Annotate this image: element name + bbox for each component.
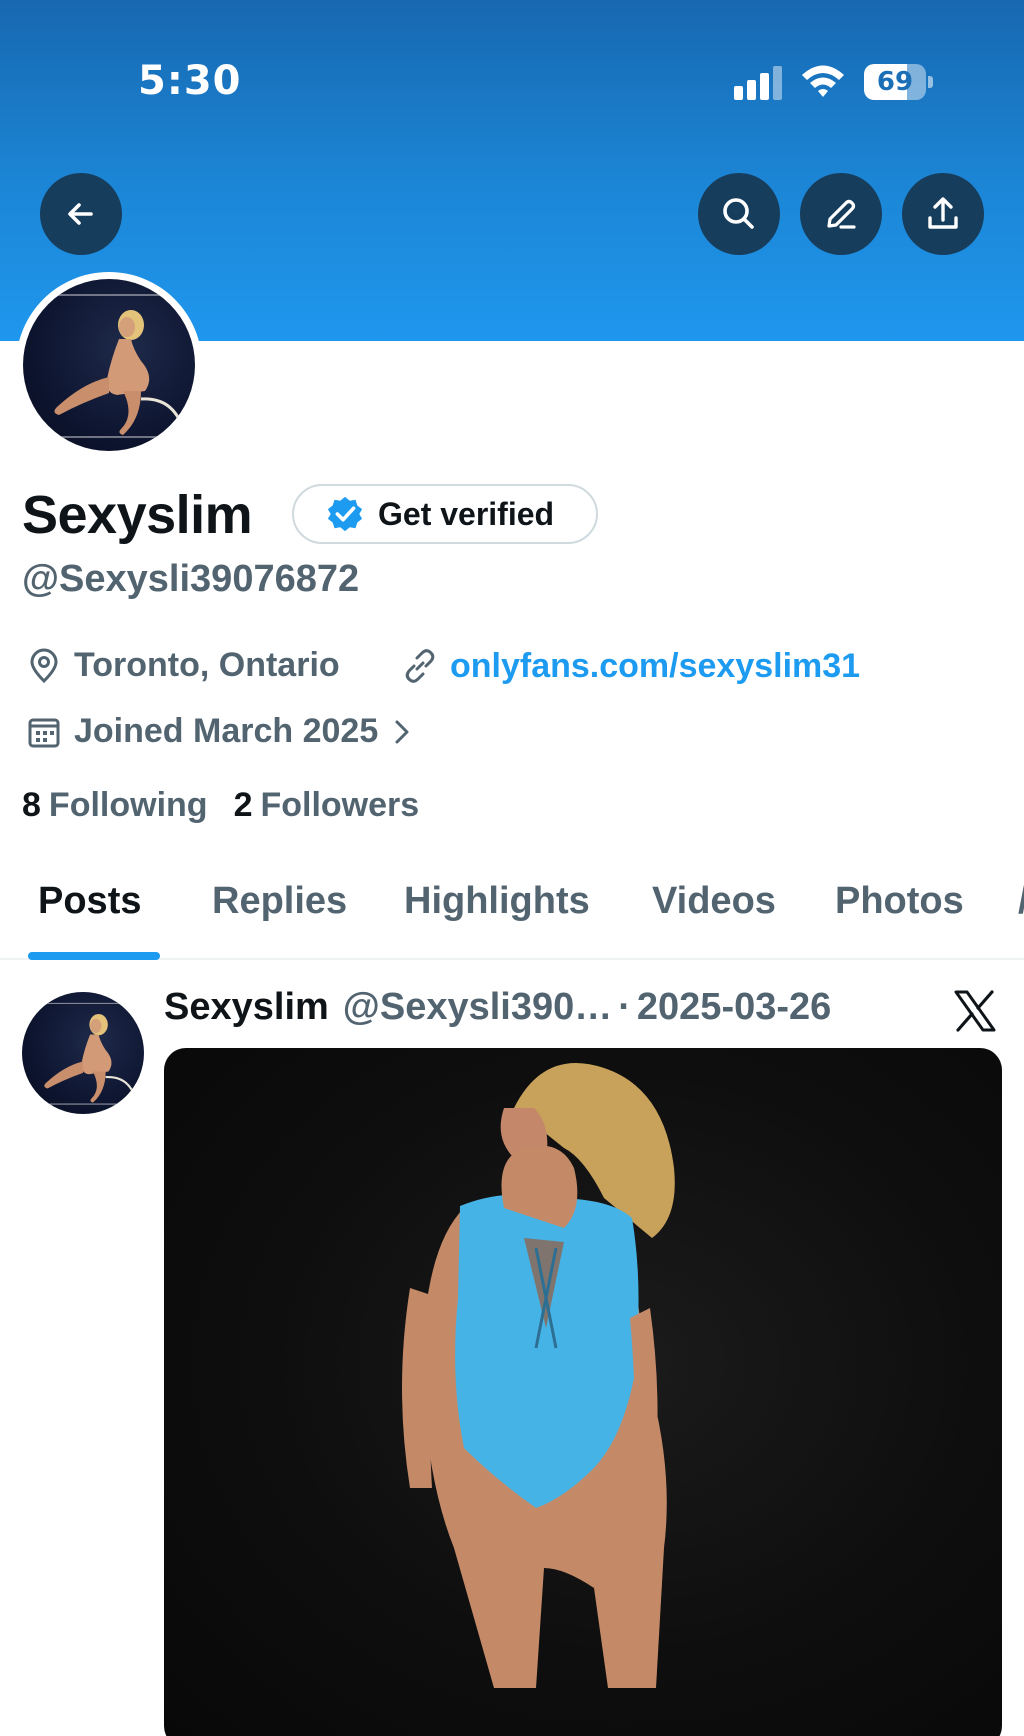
search-button[interactable] — [698, 173, 780, 255]
profile-location: Toronto, Ontario — [26, 646, 340, 685]
display-name: Sexyslim — [22, 485, 253, 545]
tab-highlights[interactable]: Highlights — [404, 880, 590, 923]
post-author-handle[interactable]: @Sexysli390… — [343, 986, 612, 1029]
post-item[interactable]: Sexyslim @Sexysli390… · 2025-03-26 — [0, 962, 1024, 1736]
battery-level: 69 — [876, 67, 914, 97]
followers-label[interactable]: Followers — [260, 786, 419, 825]
profile-handle: @Sexysli39076872 — [22, 558, 360, 600]
verified-badge-icon — [327, 496, 363, 532]
post-media-image[interactable] — [164, 1048, 1002, 1736]
back-arrow-icon — [68, 203, 93, 225]
status-time: 5:30 — [138, 58, 242, 104]
tab-videos[interactable]: Videos — [652, 880, 776, 923]
signal-icon — [734, 66, 782, 100]
profile-avatar[interactable] — [16, 272, 202, 458]
tab-overflow[interactable]: / — [1018, 880, 1024, 923]
get-verified-button[interactable]: Get verified — [292, 484, 598, 544]
post-author-name[interactable]: Sexyslim — [164, 986, 329, 1029]
get-verified-label: Get verified — [378, 495, 555, 532]
profile-website-link[interactable]: onlyfans.com/sexyslim31 — [400, 646, 860, 686]
share-button[interactable] — [902, 173, 984, 255]
location-pin-icon — [30, 648, 58, 683]
location-text: Toronto, Ontario — [74, 646, 340, 684]
calendar-icon — [28, 718, 60, 747]
active-tab-indicator — [28, 952, 160, 960]
chevron-right-icon — [395, 720, 409, 743]
x-logo-icon — [954, 990, 996, 1032]
joined-text: Joined March 2025 — [74, 712, 379, 750]
post-avatar[interactable] — [22, 992, 144, 1114]
back-button[interactable] — [40, 173, 122, 255]
tab-replies[interactable]: Replies — [212, 880, 347, 923]
following-label[interactable]: Following — [49, 786, 208, 825]
wifi-icon — [802, 65, 844, 97]
profile-tabs: Posts Replies Highlights Videos Photos / — [0, 870, 1024, 960]
follow-stats: 8 Following 2 Followers — [22, 786, 445, 825]
tab-photos[interactable]: Photos — [835, 880, 964, 923]
edit-icon — [827, 199, 856, 229]
post-separator: · — [618, 986, 631, 1028]
profile-joined[interactable]: Joined March 2025 — [26, 712, 416, 751]
share-icon — [928, 197, 958, 229]
status-bar: 5:30 69 — [0, 0, 1024, 150]
tab-posts[interactable]: Posts — [38, 880, 141, 923]
post-header: Sexyslim @Sexysli390… · 2025-03-26 — [164, 986, 831, 1029]
edit-button[interactable] — [800, 173, 882, 255]
followers-count[interactable]: 2 — [234, 786, 253, 825]
post-date: 2025-03-26 — [636, 986, 832, 1028]
search-icon — [723, 198, 754, 229]
avatar-image — [23, 279, 195, 451]
website-text[interactable]: onlyfans.com/sexyslim31 — [450, 647, 860, 686]
battery-icon: 69 — [864, 64, 934, 100]
following-count[interactable]: 8 — [22, 786, 41, 825]
link-icon — [405, 649, 435, 683]
